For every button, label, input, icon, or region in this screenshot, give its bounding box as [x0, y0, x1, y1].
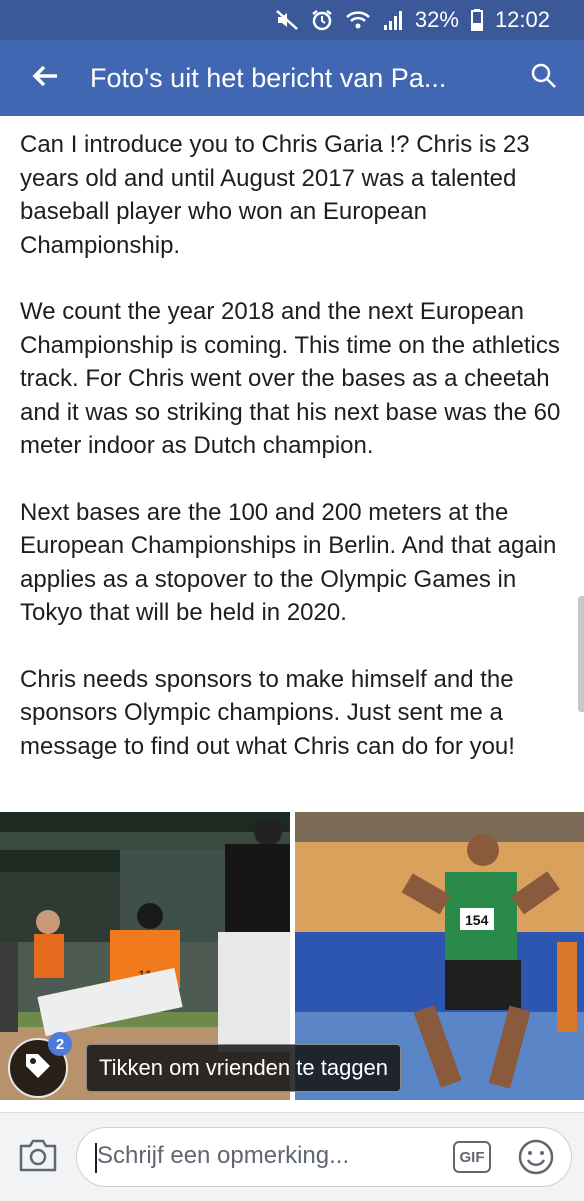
- search-button[interactable]: [504, 40, 584, 116]
- battery-icon: [470, 9, 483, 31]
- post-paragraph: Next bases are the 100 and 200 meters at…: [20, 498, 557, 627]
- mute-icon: [275, 9, 299, 31]
- back-arrow-icon: [31, 64, 59, 93]
- tag-tooltip: Tikken om vrienden te taggen: [86, 1044, 402, 1092]
- emoji-icon: [517, 1139, 555, 1180]
- back-button[interactable]: [0, 40, 90, 116]
- wifi-icon: [345, 9, 371, 31]
- signal-icon: [383, 10, 403, 30]
- battery-percent: 32%: [414, 7, 459, 32]
- camera-icon: [18, 1139, 58, 1177]
- tag-count-badge: 2: [48, 1032, 72, 1056]
- scrollbar[interactable]: [578, 596, 584, 712]
- app-bar: Foto's uit het bericht van Pa...: [0, 40, 584, 116]
- comment-placeholder: Schrijf een opmerking...: [97, 1142, 350, 1169]
- tag-icon: [23, 1051, 53, 1086]
- emoji-button[interactable]: [517, 1138, 555, 1181]
- page-title: Foto's uit het bericht van Pa...: [90, 62, 447, 93]
- post-paragraph: Can I introduce you to Chris Garia !? Ch…: [20, 131, 530, 259]
- camera-button[interactable]: [18, 1137, 58, 1178]
- status-bar: 32% 12:02: [0, 0, 584, 40]
- clock: 12:02: [494, 7, 550, 32]
- comment-input[interactable]: Schrijf een opmerking... GIF: [76, 1127, 572, 1187]
- post-paragraph: Chris needs sponsors to make himself and…: [20, 665, 515, 760]
- post-paragraph: We count the year 2018 and the next Euro…: [20, 298, 561, 459]
- alarm-icon: [311, 9, 333, 31]
- bib-number: 154: [465, 912, 489, 928]
- gif-button[interactable]: GIF: [453, 1141, 491, 1173]
- search-icon: [530, 62, 558, 95]
- comment-bar: Schrijf een opmerking... GIF: [0, 1112, 584, 1201]
- post-text: Can I introduce you to Chris Garia !? Ch…: [20, 128, 570, 796]
